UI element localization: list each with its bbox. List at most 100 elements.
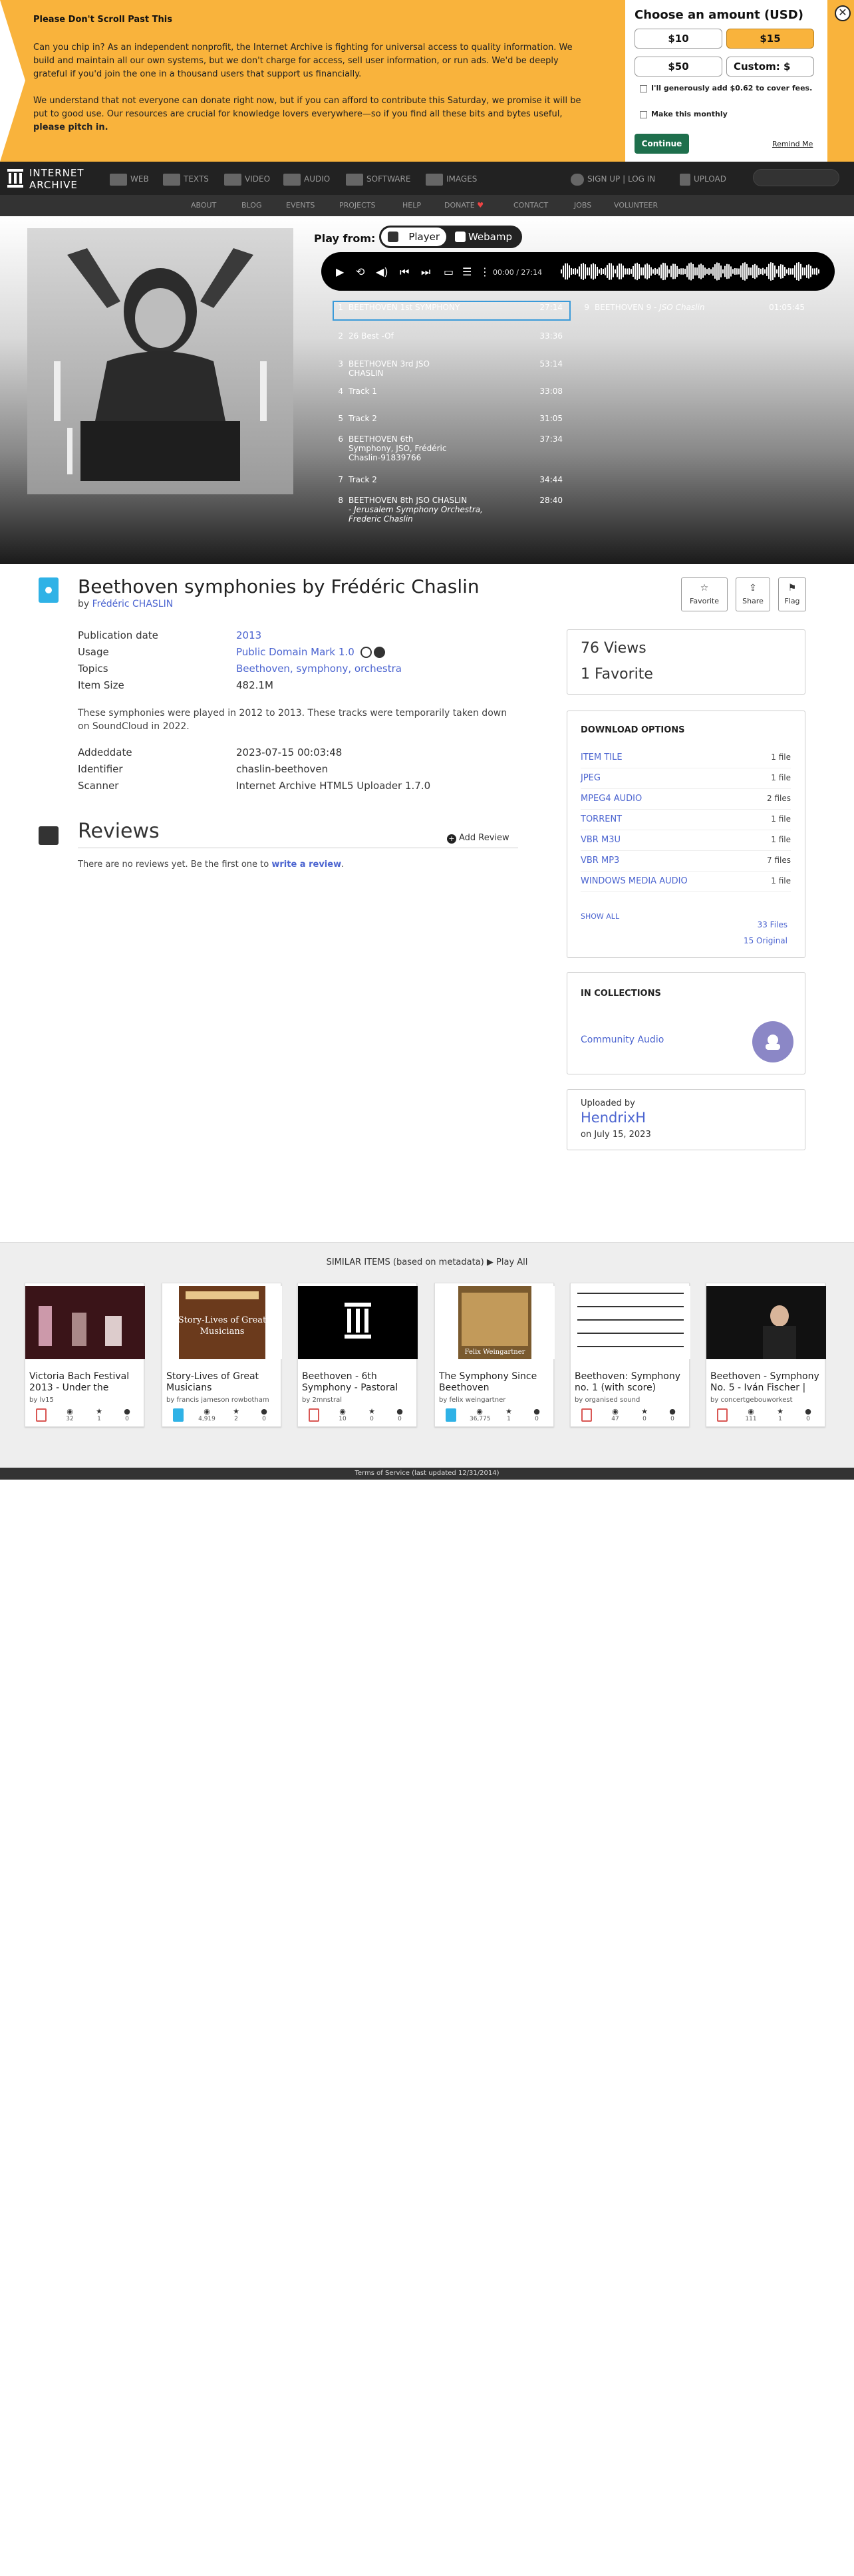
download-file-count[interactable]: 1 file	[771, 773, 791, 782]
download-format-link[interactable]: JPEG	[581, 773, 601, 783]
more-options-icon[interactable]: ⋮	[480, 267, 490, 277]
uploader-link[interactable]: HendrixH	[581, 1110, 646, 1126]
volume-icon[interactable]: ◀)	[376, 267, 388, 277]
download-format-link[interactable]: VBR MP3	[581, 856, 619, 866]
community-audio-icon[interactable]	[752, 1021, 793, 1062]
similar-item-card[interactable]: Beethoven: Symphony no. 1 (with score) by…	[570, 1283, 690, 1427]
card-title[interactable]: The Symphony Since Beethoven	[439, 1371, 552, 1394]
amount-15-button[interactable]: $15	[726, 29, 814, 49]
download-file-count[interactable]: 1 file	[771, 814, 791, 824]
nav-software[interactable]: SOFTWARE	[346, 172, 410, 186]
download-file-count[interactable]: 1 file	[771, 752, 791, 762]
similar-item-card[interactable]: Beethoven - Symphony No. 5 - Iván Fische…	[706, 1283, 826, 1427]
sign-in-link[interactable]: SIGN UP | LOG IN	[571, 172, 655, 186]
amount-50-button[interactable]: $50	[635, 57, 722, 77]
download-file-count[interactable]: 2 files	[767, 794, 791, 803]
terms-link[interactable]: Terms of Service (last updated 12/31/201…	[355, 1470, 499, 1477]
subnav-about[interactable]: ABOUT	[191, 201, 216, 210]
download-format-link[interactable]: MPEG4 AUDIO	[581, 794, 642, 804]
track-row[interactable]: 3 BEETHOVEN 3rd JSO CHASLIN 53:14	[333, 359, 571, 386]
search-input[interactable]	[753, 169, 839, 186]
item-thumbnail[interactable]: Story-Lives of Great Musicians	[162, 1286, 282, 1359]
track-row[interactable]: 2 26 Best -Of 33:36	[333, 331, 571, 358]
download-file-count[interactable]: 1 file	[771, 835, 791, 844]
similar-item-card[interactable]: Beethoven - 6th Symphony - Pastoral by 2m…	[297, 1283, 418, 1427]
track-row[interactable]: 9 BEETHOVEN 9 - JSO Chaslin 01:05:45	[579, 303, 808, 316]
nav-images[interactable]: IMAGES	[426, 172, 477, 186]
track-row[interactable]: 6 BEETHOVEN 6th Symphony, JSO, Frédéric C…	[333, 434, 571, 462]
previous-icon[interactable]: ⏮	[400, 267, 409, 277]
item-thumbnail[interactable]	[298, 1286, 418, 1359]
track-row[interactable]: 1 BEETHOVEN 1st SYMPHONY 27:14	[333, 303, 571, 329]
download-file-count[interactable]: 7 files	[767, 856, 791, 865]
track-row[interactable]: 4 Track 1 33:08	[333, 387, 571, 413]
total-files-link[interactable]: 33 Files	[725, 917, 787, 933]
card-title[interactable]: Victoria Bach Festival 2013 - Under the	[29, 1371, 142, 1394]
subnav-projects[interactable]: PROJECTS	[339, 201, 376, 210]
card-title[interactable]: Story-Lives of Great Musicians	[166, 1371, 279, 1394]
license-link[interactable]: Public Domain Mark 1.0	[236, 646, 355, 658]
close-icon[interactable]: ✕	[835, 5, 851, 21]
community-audio-link[interactable]: Community Audio	[581, 1035, 664, 1045]
item-thumbnail[interactable]	[706, 1286, 826, 1359]
monthly-checkbox[interactable]: Make this monthly	[640, 109, 728, 119]
nav-texts[interactable]: TEXTS	[163, 172, 209, 186]
publication-date-link[interactable]: 2013	[236, 629, 261, 641]
repeat-icon[interactable]: ⟲	[356, 267, 364, 277]
add-review-button[interactable]: + Add Review	[447, 833, 509, 844]
original-files-link[interactable]: 15 Original	[725, 933, 787, 949]
card-title[interactable]: Beethoven: Symphony no. 1 (with score)	[575, 1371, 688, 1394]
show-all-link[interactable]: SHOW ALL	[581, 912, 619, 921]
item-thumbnail[interactable]: Felix Weingartner	[435, 1286, 555, 1359]
favorite-button[interactable]: ☆ Favorite	[681, 577, 728, 611]
play-all-button[interactable]: ▶ Play All	[487, 1257, 528, 1267]
checkbox-box[interactable]	[640, 84, 647, 92]
track-row[interactable]: 8 BEETHOVEN 8th JSO CHASLIN - Jerusalem Sy…	[333, 496, 571, 524]
player-toggle[interactable]: Player Webamp	[379, 226, 522, 248]
download-row: VBR M3U 1 file	[581, 832, 791, 851]
card-title[interactable]: Beethoven - 6th Symphony - Pastoral	[302, 1371, 415, 1394]
playlist-icon[interactable]: ☰	[462, 267, 472, 277]
similar-item-card[interactable]: Story-Lives of Great Musicians Story-Lives…	[162, 1283, 282, 1427]
download-format-link[interactable]: ITEM TILE	[581, 752, 623, 762]
download-format-link[interactable]: TORRENT	[581, 814, 622, 824]
continue-button[interactable]: Continue	[635, 134, 689, 154]
flag-button[interactable]: ⚑ Flag	[778, 577, 806, 611]
subnav-jobs[interactable]: JOBS	[574, 201, 591, 210]
item-thumbnail[interactable]	[571, 1286, 690, 1359]
custom-amount-field[interactable]: Custom: $	[726, 57, 814, 77]
similar-item-card[interactable]: Felix Weingartner The Symphony Since Beet…	[434, 1283, 555, 1427]
amount-10-button[interactable]: $10	[635, 29, 722, 49]
nav-video[interactable]: VIDEO	[224, 172, 270, 186]
subnav-events[interactable]: EVENTS	[286, 201, 315, 210]
item-thumbnail[interactable]	[25, 1286, 145, 1359]
track-duration: 31:05	[539, 414, 563, 423]
upload-link[interactable]: UPLOAD	[680, 172, 726, 186]
checkbox-box[interactable]	[640, 110, 647, 118]
waveform-bar	[678, 268, 680, 275]
player-option[interactable]: Player	[381, 228, 446, 246]
cast-icon[interactable]: ▭	[444, 267, 454, 277]
subnav-volunteer[interactable]: VOLUNTEER	[614, 201, 658, 210]
write-review-link[interactable]: write a review	[271, 860, 341, 870]
download-format-link[interactable]: WINDOWS MEDIA AUDIO	[581, 876, 688, 886]
subnav-donate[interactable]: DONATE ♥	[444, 201, 484, 210]
next-icon[interactable]: ⏭	[421, 267, 430, 277]
cover-fees-checkbox[interactable]: I'll generously add $0.62 to cover fees.	[640, 83, 819, 93]
remind-me-link[interactable]: Remind Me	[772, 140, 813, 148]
topics-links[interactable]: Beethoven, symphony, orchestra	[236, 663, 402, 675]
download-file-count[interactable]: 1 file	[771, 876, 791, 886]
webamp-option[interactable]: Webamp	[451, 228, 517, 246]
card-title[interactable]: Beethoven - Symphony No. 5 - Iván Fische…	[710, 1371, 823, 1394]
creator-link[interactable]: Frédéric CHASLIN	[92, 599, 174, 609]
similar-item-card[interactable]: Victoria Bach Festival 2013 - Under the b…	[25, 1283, 145, 1427]
subnav-help[interactable]: HELP	[402, 201, 421, 210]
waveform-scrubber[interactable]	[561, 260, 823, 283]
nav-web[interactable]: WEB	[110, 172, 149, 186]
play-icon[interactable]: ▶	[336, 267, 344, 277]
share-button[interactable]: ⇪ Share	[736, 577, 770, 611]
subnav-blog[interactable]: BLOG	[241, 201, 261, 210]
download-format-link[interactable]: VBR M3U	[581, 835, 621, 845]
subnav-contact[interactable]: CONTACT	[513, 201, 548, 210]
nav-audio[interactable]: AUDIO	[283, 172, 330, 186]
